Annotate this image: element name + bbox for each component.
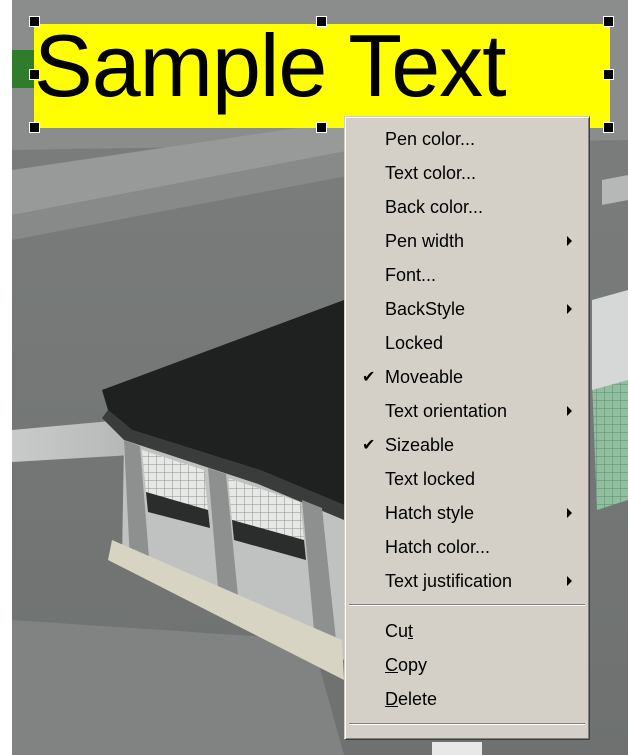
menu-separator [349,723,585,725]
resize-handle-middle-left[interactable] [29,69,40,80]
menu-separator [349,604,585,606]
menu-item-label: Font... [385,265,437,285]
resize-handle-bottom-right[interactable] [603,122,614,133]
menu-item-pen-width[interactable]: Pen width [348,224,586,258]
menu-item-delete[interactable]: Delete [348,682,586,716]
menu-item-backstyle[interactable]: BackStyle [348,292,586,326]
menu-item-font[interactable]: Font... [348,258,586,292]
menu-item-copy[interactable]: Copy [348,648,586,682]
menu-item-label: Hatch color... [385,537,491,557]
menu-item-label: Text color... [385,163,477,183]
annotation-text: Sample Text [34,16,507,115]
menu-item-label: Sizeable [385,435,455,455]
menu-item-label: Copy [385,655,428,675]
menu-item-label: Pen color... [385,129,476,149]
submenu-arrow-icon [567,576,572,586]
context-menu: Pen color... Text color... Back color...… [344,116,590,740]
resize-handle-bottom-center[interactable] [316,122,327,133]
menu-item-label: Hatch style [385,503,475,523]
menu-item-label: Text orientation [385,401,508,421]
menu-item-label: Moveable [385,367,464,387]
menu-item-text-justification[interactable]: Text justification [348,564,586,598]
menu-item-text-color[interactable]: Text color... [348,156,586,190]
resize-handle-top-center[interactable] [316,16,327,27]
submenu-arrow-icon [567,304,572,314]
menu-item-label: Text justification [385,571,513,591]
menu-item-text-locked[interactable]: Text locked [348,462,586,496]
menu-item-moveable[interactable]: ✔ Moveable [348,360,586,394]
menu-item-hatch-style[interactable]: Hatch style [348,496,586,530]
menu-item-cut[interactable]: Cut [348,614,586,648]
menu-item-hatch-color[interactable]: Hatch color... [348,530,586,564]
resize-handle-top-left[interactable] [29,16,40,27]
menu-item-locked[interactable]: Locked [348,326,586,360]
menu-item-text-orientation[interactable]: Text orientation [348,394,586,428]
submenu-arrow-icon [567,508,572,518]
menu-item-sizeable[interactable]: ✔ Sizeable [348,428,586,462]
resize-handle-bottom-left[interactable] [29,122,40,133]
menu-item-label: Delete [385,689,438,709]
resize-handle-top-right[interactable] [603,16,614,27]
canvas[interactable]: Sample Text Pen color... Text color... B… [0,0,628,755]
menu-item-label: Text locked [385,469,476,489]
resize-handle-middle-right[interactable] [603,69,614,80]
checkmark-icon: ✔ [362,369,376,386]
menu-item-pen-color[interactable]: Pen color... [348,122,586,156]
menu-item-back-color[interactable]: Back color... [348,190,586,224]
menu-item-label: Locked [385,333,444,353]
menu-item-label: BackStyle [385,299,466,319]
checkmark-icon: ✔ [362,437,376,454]
text-annotation[interactable]: Sample Text [34,16,610,128]
menu-item-label: Cut [385,621,414,641]
submenu-arrow-icon [567,236,572,246]
submenu-arrow-icon [567,406,572,416]
menu-item-label: Pen width [385,231,465,251]
menu-item-label: Back color... [385,197,484,217]
